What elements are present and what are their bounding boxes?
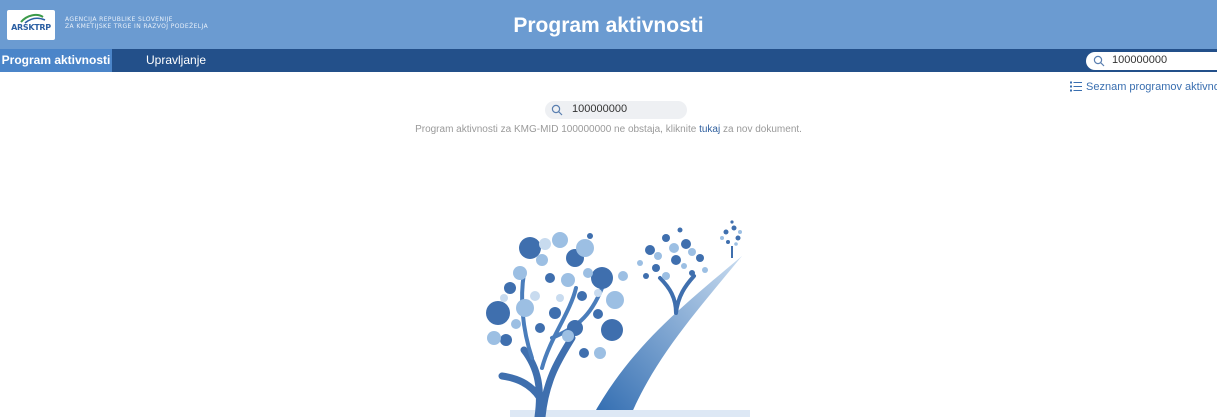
tab-upravljanje[interactable]: Upravljanje — [146, 49, 206, 72]
message-text-after: za nov dokument. — [720, 124, 802, 135]
list-icon — [1070, 81, 1082, 92]
message-text-before: Program aktivnosti za KMG-MID 100000000 … — [415, 124, 700, 135]
program-list-link[interactable]: Seznam programov aktivnos — [1070, 81, 1217, 93]
page-title: Program aktivnosti — [513, 14, 704, 37]
search-icon — [1093, 55, 1105, 67]
not-found-message: Program aktivnosti za KMG-MID 100000000 … — [0, 124, 1217, 135]
header-search-value: 100000000 — [1112, 54, 1168, 66]
tab-program-aktivnosti[interactable]: Program aktivnosti — [0, 49, 112, 72]
app-header: ARSKTRP AGENCIJA REPUBLIKE SLOVENIJE ZA … — [0, 0, 1217, 49]
search-icon — [551, 104, 563, 116]
kmg-mid-search-value: 100000000 — [572, 103, 628, 115]
kmg-mid-search-input[interactable]: 100000000 — [545, 101, 687, 119]
create-new-link[interactable]: tukaj — [699, 124, 720, 135]
header-search-input[interactable]: 100000000 — [1086, 52, 1217, 70]
main-nav: Program aktivnosti Upravljanje — [0, 49, 1217, 72]
trees-illustration — [486, 220, 750, 417]
program-list-label: Seznam programov aktivnos — [1086, 81, 1217, 93]
